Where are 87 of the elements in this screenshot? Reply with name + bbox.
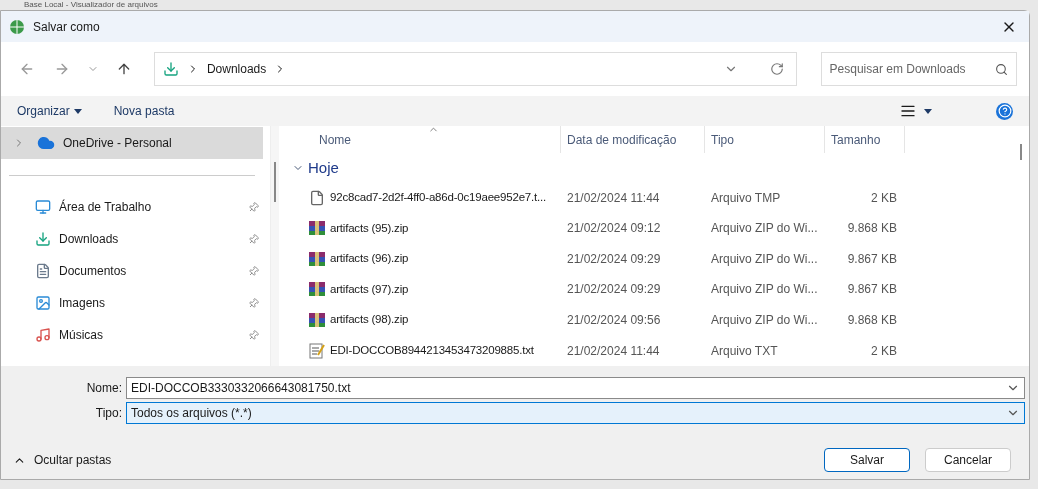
archive-icon — [309, 220, 325, 237]
sidebar-item[interactable]: Downloads — [1, 223, 263, 255]
file-row[interactable]: artifacts (98).zip 21/02/2024 09:56 Arquivo ZIP do Wi... 9.868 KB — [287, 304, 1013, 336]
help-button[interactable] — [996, 102, 1013, 120]
modified-date: 21/02/2024 11:44 — [566, 342, 661, 360]
sidebar-item[interactable]: OneDrive - Personal — [1, 127, 263, 159]
cancel-button[interactable]: Cancelar — [925, 448, 1011, 472]
sidebar-item[interactable]: Documentos — [1, 255, 263, 287]
sidebar-item[interactable]: Músicas — [1, 319, 263, 351]
modified-date: 21/02/2024 09:12 — [566, 220, 662, 238]
file-name: artifacts (97).zip — [330, 281, 409, 297]
file-row[interactable]: artifacts (97).zip 21/02/2024 09:29 Arquivo ZIP do Wi... 9.867 KB — [287, 274, 1013, 305]
file-name-input[interactable]: EDI-DOCCOB3330332066643081750.txt — [131, 378, 1006, 397]
modified-date: 21/02/2024 11:44 — [566, 189, 661, 207]
new-folder-button[interactable]: Nova pasta — [113, 102, 175, 120]
modified-date: 21/02/2024 09:29 — [566, 281, 662, 299]
archive-icon — [309, 312, 325, 329]
file-size: 9.867 KB — [846, 250, 898, 268]
file-size: 2 KB — [870, 189, 898, 207]
music-note-icon — [35, 327, 51, 343]
file-row[interactable]: artifacts (96).zip 21/02/2024 09:29 Arquivo ZIP do Wi... 9.867 KB — [287, 243, 1013, 275]
modified-date: 21/02/2024 09:29 — [566, 250, 662, 268]
file-type: Arquivo ZIP do Wi... — [710, 250, 819, 268]
file-size: 9.868 KB — [846, 312, 898, 330]
picture-icon — [35, 295, 51, 311]
caret-icon — [924, 108, 932, 114]
column-header[interactable]: Data de modificação — [561, 126, 705, 154]
sidebar-label: Documentos — [59, 263, 127, 280]
file-name: 92c8cad7-2d2f-4ff0-a86d-0c19aee952e7.t... — [330, 190, 546, 206]
list-view-icon — [900, 103, 916, 119]
file-type: Arquivo TMP — [710, 189, 782, 207]
sidebar-label: Área de Trabalho — [59, 198, 152, 216]
background-window-title: Base Local - Visualizador de arquivos — [24, 1, 158, 9]
name-label: Nome: — [85, 379, 122, 397]
hide-folders-button[interactable]: Ocultar pastas — [13, 451, 112, 469]
address-bar[interactable]: Downloads — [153, 52, 797, 86]
refresh-icon[interactable] — [769, 62, 784, 76]
group-header: Hoje — [308, 157, 339, 178]
sidebar-item[interactable]: Imagens — [1, 287, 263, 319]
scrollbar-thumb[interactable] — [1020, 144, 1022, 160]
file-name: artifacts (95).zip — [330, 220, 409, 236]
type-label: Tipo: — [94, 404, 122, 422]
download-icon — [162, 61, 179, 77]
column-header[interactable]: Nome — [287, 126, 561, 154]
file-row[interactable]: artifacts (95).zip 21/02/2024 09:12 Arquivo ZIP do Wi... 9.868 KB — [287, 212, 1013, 244]
file-name: artifacts (96).zip — [330, 251, 409, 267]
file-row[interactable]: 92c8cad7-2d2f-4ff0-a86d-0c19aee952e7.t... 21/02/2024 11:44 Arquivo TMP 2 KB — [287, 182, 1013, 213]
download-icon — [35, 231, 51, 247]
search-icon — [995, 62, 1008, 76]
file-name: artifacts (98).zip — [330, 312, 409, 328]
archive-icon — [309, 250, 325, 267]
scrollbar-thumb[interactable] — [274, 162, 276, 202]
save-button[interactable]: Salvar — [824, 448, 910, 472]
file-size: 2 KB — [870, 342, 898, 360]
file-type: Arquivo ZIP do Wi... — [710, 220, 819, 238]
breadcrumb[interactable]: Downloads — [206, 60, 267, 78]
view-options-button[interactable] — [900, 103, 932, 119]
file-type: Arquivo TXT — [710, 342, 779, 360]
sidebar-label: OneDrive - Personal — [63, 135, 172, 152]
file-type: Arquivo ZIP do Wi... — [710, 312, 819, 330]
file-name: EDI-DOCCOB8944213453473209885.txt — [330, 343, 534, 359]
modified-date: 21/02/2024 09:56 — [566, 312, 662, 330]
app-globe-icon — [9, 18, 25, 35]
dialog-title: Salvar como — [33, 18, 100, 36]
search-field[interactable]: Pesquisar em Downloads — [820, 52, 1017, 86]
cloud-icon — [37, 134, 55, 152]
file-row[interactable]: EDI-DOCCOB8944213453473209885.txt 21/02/2024 11:44 Arquivo TXT 2 KB — [287, 335, 1013, 366]
document-icon — [35, 263, 51, 279]
sidebar-label: Imagens — [59, 295, 106, 312]
help-icon — [997, 104, 1012, 118]
caret-icon — [73, 108, 82, 114]
sidebar-label: Músicas — [59, 327, 103, 344]
sidebar-label: Downloads — [59, 231, 119, 248]
file-size: 9.868 KB — [846, 220, 898, 238]
file-icon — [309, 189, 325, 206]
column-header[interactable]: Tamanho — [825, 126, 905, 154]
sidebar-item[interactable]: Área de Trabalho — [1, 191, 263, 223]
file-type: Arquivo ZIP do Wi... — [710, 281, 819, 299]
file-type-dropdown[interactable]: Todos os arquivos (*.*) — [126, 401, 1025, 424]
organize-menu-button[interactable]: Organizar — [17, 102, 82, 120]
text-file-icon — [309, 342, 325, 359]
search-input[interactable]: Pesquisar em Downloads — [829, 60, 995, 78]
file-size: 9.867 KB — [846, 281, 898, 299]
file-name-field[interactable]: EDI-DOCCOB3330332066643081750.txt — [126, 376, 1025, 399]
column-header[interactable]: Tipo — [705, 126, 825, 154]
desktop-icon — [35, 199, 51, 215]
archive-icon — [309, 281, 325, 298]
